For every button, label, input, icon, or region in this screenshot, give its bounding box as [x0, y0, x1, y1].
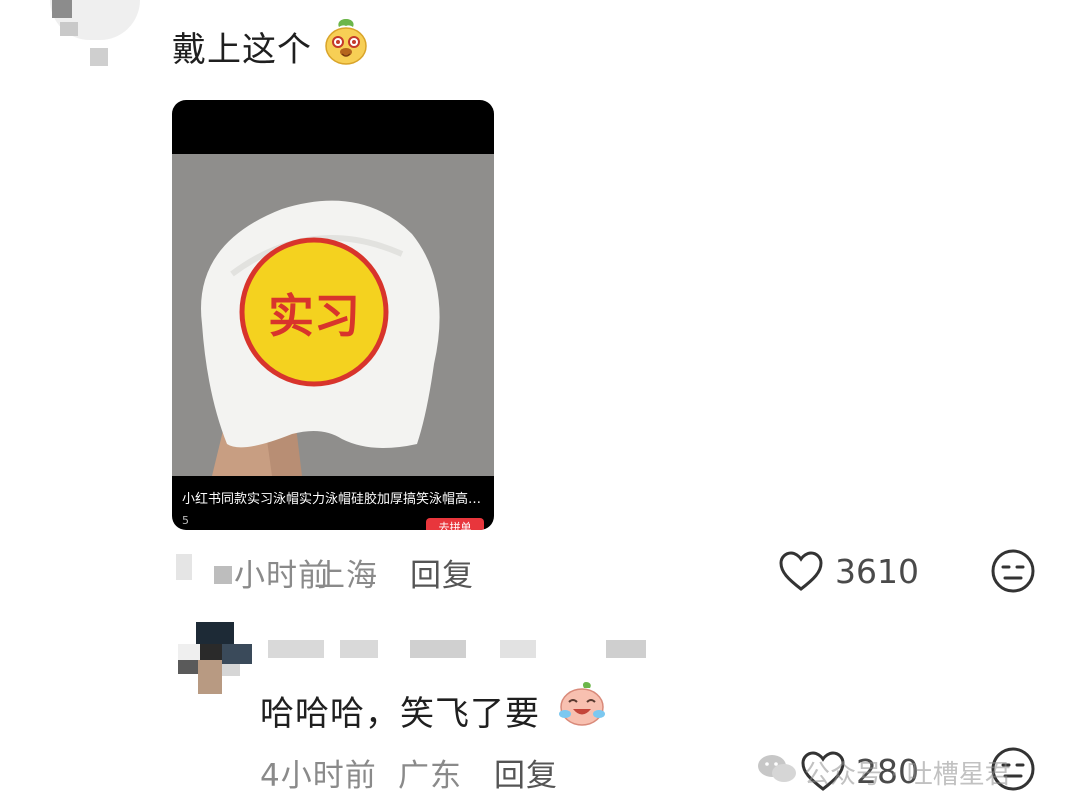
heart-icon: [779, 551, 823, 591]
comment-location: 上海: [314, 558, 378, 594]
product-caption: 小红书同款实习泳帽实力泳帽硅胶加厚搞笑泳帽高弹力...: [182, 492, 484, 507]
mango-face-emoji: [322, 16, 370, 66]
redacted-username: [606, 640, 646, 658]
reply-location: 广东: [398, 758, 462, 794]
watermark-text: 公众号 · 吐槽星君: [804, 760, 1011, 790]
watermark: 公众号 · 吐槽星君: [756, 750, 1056, 790]
product-card[interactable]: 实习 小红书同款实习泳帽实力泳帽硅胶加厚搞笑泳帽高弹力... 5 去拼单: [172, 100, 494, 530]
reply-reply-button[interactable]: 回复: [494, 758, 558, 794]
group-buy-button[interactable]: 去拼单: [426, 518, 484, 530]
swim-cap-photo: 实习: [172, 154, 494, 476]
comment-reply-button[interactable]: 回复: [410, 558, 474, 594]
comment-text: 戴上这个: [172, 30, 312, 70]
redacted-username: [410, 640, 466, 658]
dislike-face-icon[interactable]: [990, 548, 1036, 594]
redacted-username: [340, 640, 378, 658]
comment-like-button[interactable]: 3610: [778, 548, 928, 594]
laughing-crying-emoji: [556, 680, 608, 728]
badge-text: 实习: [268, 289, 360, 343]
product-sub-text: 5: [182, 514, 189, 527]
reply-text: 哈哈哈，笑飞了要: [260, 694, 540, 734]
reply-time: 4小时前: [260, 758, 377, 794]
redacted-username: [500, 640, 536, 658]
comment-like-count: 3610: [835, 552, 919, 591]
wechat-icon: [758, 755, 796, 782]
redacted-time-digit: [176, 554, 192, 580]
redacted-time-digit: [214, 566, 232, 584]
redacted-username: [268, 640, 324, 658]
